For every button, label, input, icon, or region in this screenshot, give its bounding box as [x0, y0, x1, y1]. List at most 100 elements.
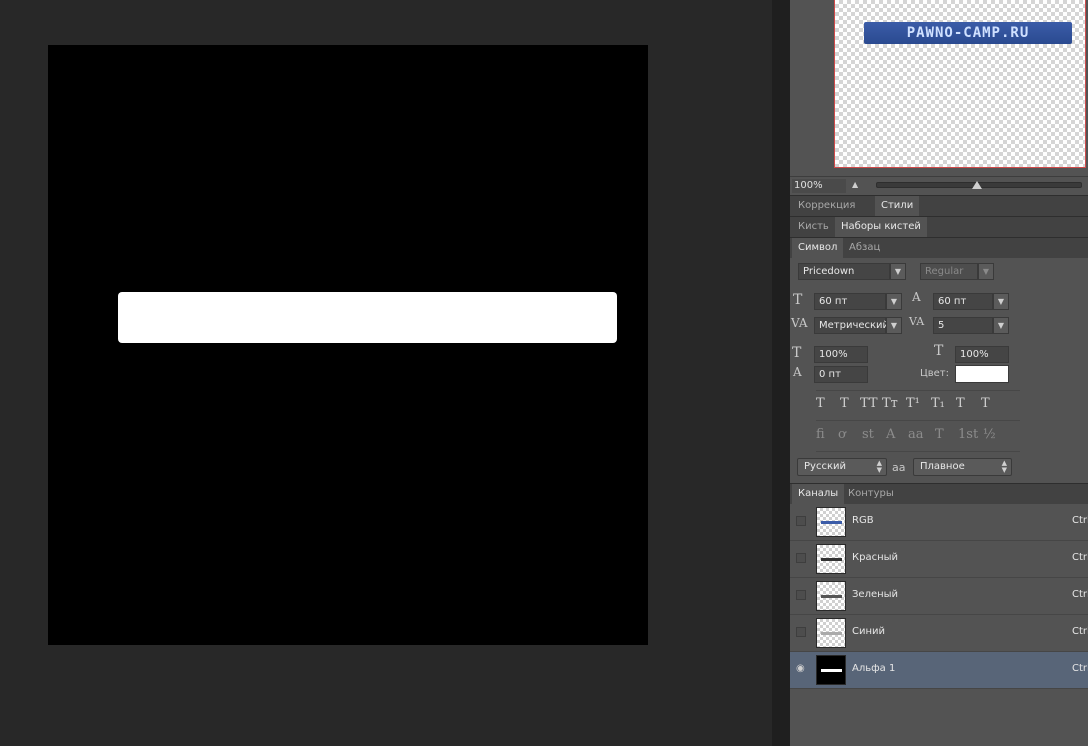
channel-shortcut: Ctrl: [1072, 589, 1088, 600]
language-value: Русский: [804, 461, 846, 472]
document-canvas[interactable]: [48, 45, 648, 645]
channel-name: Альфа 1: [852, 663, 896, 674]
channel-thumbnail-shape: [821, 632, 842, 635]
visibility-toggle[interactable]: [796, 516, 806, 526]
font-family-field[interactable]: Pricedown: [798, 263, 890, 280]
opentype-button[interactable]: 1st: [958, 427, 978, 442]
separator: [816, 420, 1020, 421]
font-size-icon: T: [793, 292, 803, 308]
font-family-dropdown[interactable]: ▼: [890, 263, 906, 280]
visibility-toggle[interactable]: [796, 590, 806, 600]
baseline-shift-field[interactable]: 0 пт: [814, 366, 868, 383]
leading-dropdown[interactable]: ▼: [993, 293, 1009, 310]
separator: [816, 390, 1020, 391]
text-style-button[interactable]: T: [981, 396, 990, 411]
text-style-button[interactable]: T: [956, 396, 965, 411]
tab-character[interactable]: Символ: [792, 238, 844, 258]
panel-splitter[interactable]: [772, 0, 790, 746]
channel-thumbnail: [816, 544, 846, 574]
vertical-scale-field[interactable]: 100%: [814, 346, 868, 363]
alpha-channel-shape: [118, 292, 617, 343]
channel-thumbnail-shape: [821, 558, 842, 561]
kerning-field[interactable]: Метрический: [814, 317, 889, 334]
separator: [816, 451, 1020, 452]
channel-shortcut: Ctrl: [1072, 515, 1088, 526]
channel-row[interactable]: RGB Ctrl: [790, 504, 1088, 541]
text-style-button[interactable]: Tт: [882, 396, 898, 411]
channel-thumbnail: [816, 655, 846, 685]
opentype-button[interactable]: ½: [983, 427, 996, 442]
channel-thumbnail: [816, 618, 846, 648]
opentype-buttons: fi ơ st Aaa T 1st ½: [790, 427, 1030, 447]
text-color-swatch[interactable]: [955, 365, 1009, 383]
channel-name: Зеленый: [852, 589, 899, 600]
kerning-icon: VA: [791, 316, 808, 330]
baseline-shift-icon: A: [793, 365, 802, 379]
tabbar-character: Символ Абзац: [790, 237, 1088, 258]
channel-row[interactable]: Зеленый Ctrl: [790, 578, 1088, 615]
tab-paragraph[interactable]: Абзац: [843, 238, 886, 258]
opentype-button[interactable]: T: [935, 427, 944, 442]
tracking-icon: VA: [909, 315, 925, 328]
color-label: Цвет:: [920, 368, 950, 379]
text-style-button[interactable]: TT: [860, 396, 878, 411]
text-style-button[interactable]: T: [816, 396, 825, 411]
tab-adjustments[interactable]: Коррекция: [792, 196, 861, 216]
channel-thumbnail: [816, 581, 846, 611]
channel-name: RGB: [852, 515, 874, 526]
leading-field[interactable]: 60 пт: [933, 293, 993, 310]
tab-styles[interactable]: Стили: [875, 196, 920, 216]
tab-channels[interactable]: Каналы: [792, 484, 845, 504]
opentype-button[interactable]: ơ: [838, 427, 846, 442]
text-style-button[interactable]: T¹: [906, 396, 920, 411]
zoom-input[interactable]: 100%: [792, 179, 846, 193]
channel-shortcut: Ctrl: [1072, 552, 1088, 563]
tab-paths[interactable]: Контуры: [842, 484, 900, 504]
channel-row[interactable]: Красный Ctrl: [790, 541, 1088, 578]
opentype-button[interactable]: A: [886, 427, 895, 442]
channel-shortcut: Ctrl: [1072, 663, 1088, 674]
channel-name: Синий: [852, 626, 886, 637]
tabbar-brush: Кисть Наборы кистей: [790, 216, 1088, 237]
zoom-out-icon[interactable]: ▲: [852, 180, 866, 192]
tab-brush-presets[interactable]: Наборы кистей: [835, 217, 927, 237]
leading-icon: A: [912, 290, 921, 304]
opentype-button[interactable]: fi: [816, 427, 825, 442]
channel-row[interactable]: Синий Ctrl: [790, 615, 1088, 652]
spin-arrows-icon: ▲ ▼: [876, 459, 882, 474]
channel-name: Красный: [852, 552, 899, 563]
antialias-icon: aa: [892, 461, 906, 474]
tracking-field[interactable]: 5: [933, 317, 993, 334]
font-style-field[interactable]: Regular: [920, 263, 978, 280]
text-style-button[interactable]: T₁: [931, 396, 945, 411]
channel-thumbnail-shape: [821, 521, 842, 524]
font-style-dropdown[interactable]: ▼: [978, 263, 994, 280]
visibility-toggle[interactable]: [796, 627, 806, 637]
channel-row[interactable]: ◉ Альфа 1 Ctrl: [790, 652, 1088, 689]
kerning-dropdown[interactable]: ▼: [886, 317, 902, 334]
zoom-slider-handle[interactable]: [972, 181, 982, 189]
channel-thumbnail: [816, 507, 846, 537]
tabbar-adjustments-styles: Коррекция Стили: [790, 195, 1088, 216]
font-size-dropdown[interactable]: ▼: [886, 293, 902, 310]
font-size-field[interactable]: 60 пт: [814, 293, 886, 310]
tabbar-channels: Каналы Контуры: [790, 483, 1088, 504]
text-style-button[interactable]: T: [840, 396, 849, 411]
text-style-buttons: T T TT Tт T¹ T₁ T T: [790, 396, 1030, 416]
tracking-dropdown[interactable]: ▼: [993, 317, 1009, 334]
channel-shortcut: Ctrl: [1072, 626, 1088, 637]
spin-arrows-icon: ▲ ▼: [1001, 459, 1007, 474]
visibility-toggle[interactable]: [796, 553, 806, 563]
horizontal-scale-field[interactable]: 100%: [955, 346, 1009, 363]
channel-thumbnail-shape: [821, 595, 842, 598]
antialias-value: Плавное: [920, 461, 965, 472]
opentype-button[interactable]: aa: [908, 427, 924, 442]
navigator-preview-banner: PAWNO-CAMP.RU: [864, 22, 1072, 44]
language-select[interactable]: Русский ▲ ▼: [797, 458, 887, 476]
visibility-eye-icon[interactable]: ◉: [796, 664, 806, 674]
opentype-button[interactable]: st: [862, 427, 874, 442]
horizontal-scale-icon: T: [934, 343, 944, 359]
vertical-scale-icon: T: [792, 345, 802, 361]
antialias-select[interactable]: Плавное ▲ ▼: [913, 458, 1012, 476]
tab-brush[interactable]: Кисть: [792, 217, 835, 237]
